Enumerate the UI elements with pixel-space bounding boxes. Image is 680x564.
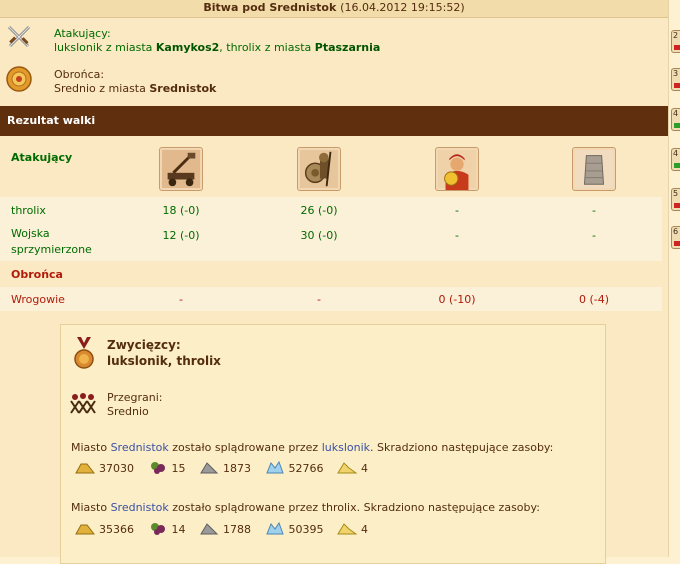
- unit-count: 26 (-0): [250, 197, 388, 223]
- attacker-town-2[interactable]: Ptaszarnia: [315, 41, 381, 54]
- table-row: throlix 18 (-0) 26 (-0) - -: [0, 197, 662, 223]
- row-name: Wojska sprzymierzone: [0, 223, 112, 261]
- defender-player[interactable]: Srednio: [54, 82, 96, 95]
- unit-count: 0 (-4): [526, 287, 662, 311]
- attacker-player-2[interactable]: throlix: [226, 41, 261, 54]
- resource-value: 1788: [223, 523, 251, 536]
- attackers-label: Atakujący:: [54, 27, 111, 40]
- unit-count: -: [526, 223, 662, 261]
- attacker-separator: ,: [219, 41, 223, 54]
- side-tab[interactable]: 3: [671, 68, 680, 91]
- city-wall-icon: [572, 147, 616, 191]
- winners-label: Zwycięzcy:: [107, 338, 181, 352]
- result-header: Rezultat walki: [0, 106, 668, 136]
- side-tab[interactable]: 5: [671, 188, 680, 211]
- plunder-town-link[interactable]: Srednistok: [111, 501, 169, 514]
- resource-value: 50395: [288, 523, 324, 536]
- plunder-town-link[interactable]: Srednistok: [111, 441, 169, 454]
- resource-value: 4: [361, 462, 368, 475]
- plunder-mid: zostało splądrowane przez: [172, 441, 319, 454]
- sulfur-icon: [337, 523, 357, 535]
- defender-from: z miasta: [99, 82, 146, 95]
- unit-count: -: [112, 287, 250, 311]
- unit-count: 12 (-0): [112, 223, 250, 261]
- unit-count: 0 (-10): [388, 287, 526, 311]
- side-tab[interactable]: 6: [671, 226, 680, 249]
- attacker-player-1[interactable]: lukslonik: [54, 41, 102, 54]
- attacker-town-1[interactable]: Kamykos2: [156, 41, 219, 54]
- losers-label: Przegrani:: [107, 391, 163, 404]
- unit-icons-row: Atakujący: [0, 137, 662, 197]
- vine-icon: [150, 462, 165, 474]
- warrior-icon: [435, 147, 479, 191]
- hoplite-icon: [297, 147, 341, 191]
- side-tab[interactable]: 2: [671, 30, 680, 53]
- shield-icon: [6, 66, 32, 92]
- sulfur-icon: [337, 462, 357, 474]
- stone-icon: [200, 462, 219, 474]
- defender-town[interactable]: Srednistok: [149, 82, 216, 95]
- battle-result-table: Atakujący throlix 18 (-0) 26 (-0) - - Wo…: [0, 137, 662, 311]
- table-row: Wojska sprzymierzone 12 (-0) 30 (-0) - -: [0, 223, 662, 261]
- table-row: Wrogowie - - 0 (-10) 0 (-4): [0, 287, 662, 311]
- winners-names: lukslonik, throlix: [107, 354, 221, 368]
- catapult-icon: [159, 147, 203, 191]
- battle-summary: Zwycięzcy: lukslonik, throlix Przegrani:…: [60, 324, 606, 564]
- crossed-swords-icon: [7, 25, 31, 48]
- unit-count: -: [526, 197, 662, 223]
- attacker-from-1: z miasta: [105, 41, 153, 54]
- losers-names: Srednio: [107, 405, 149, 418]
- unit-count: 18 (-0): [112, 197, 250, 223]
- medal-icon: [74, 337, 94, 369]
- battle-date: (16.04.2012 19:15:52): [340, 1, 465, 14]
- window-title: Bitwa pod Srednistok: [203, 1, 337, 14]
- plunder-player-link[interactable]: lukslonik: [322, 441, 370, 454]
- attacker-from-2: z miasta: [264, 41, 312, 54]
- defender-label: Obrońca:: [54, 68, 105, 81]
- plunder-mid: zostało splądrowane przez: [172, 501, 319, 514]
- side-tab[interactable]: 4: [671, 148, 680, 171]
- row-name: Wrogowie: [0, 287, 112, 311]
- defender-section-title: Obrońca: [11, 267, 63, 281]
- resource-value: 4: [361, 523, 368, 536]
- stone-icon: [200, 523, 219, 535]
- defender-section-row: Obrońca: [0, 261, 662, 287]
- resource-value: 14: [171, 523, 186, 536]
- resource-value: 35366: [99, 523, 134, 536]
- plunder-prefix: Miasto: [71, 441, 108, 454]
- unit-count: -: [388, 223, 526, 261]
- resource-value: 52766: [288, 462, 324, 475]
- unit-count: 30 (-0): [250, 223, 388, 261]
- resources-list: 37030 15 1873 52766 4: [75, 460, 378, 475]
- row-name[interactable]: throlix: [0, 197, 112, 223]
- resources-list: 35366 14 1788 50395 4: [75, 521, 378, 536]
- defender-block: Obrońca: Srednio z miasta Srednistok: [0, 62, 668, 104]
- plunder-suffix: . Skradziono następujące zasoby:: [370, 441, 554, 454]
- defender-line: Srednio z miasta Srednistok: [54, 82, 216, 95]
- side-tab[interactable]: 4: [671, 108, 680, 131]
- gold-icon: [75, 463, 95, 474]
- window-title-bar: Bitwa pod Srednistok (16.04.2012 19:15:5…: [0, 0, 668, 18]
- unit-count: -: [250, 287, 388, 311]
- plunder-player[interactable]: throlix: [322, 501, 357, 514]
- resource-value: 37030: [99, 462, 134, 475]
- plunder-suffix: . Skradziono następujące zasoby:: [356, 501, 540, 514]
- resource-value: 1873: [223, 462, 251, 475]
- attackers-block: Atakujący: lukslonik z miasta Kamykos2, …: [0, 19, 668, 61]
- crystal-icon: [265, 521, 284, 535]
- unit-count: -: [388, 197, 526, 223]
- plunder-prefix: Miasto: [71, 501, 108, 514]
- defeated-soldiers-icon: [70, 393, 96, 414]
- crystal-icon: [265, 460, 284, 474]
- battle-report-window: Bitwa pod Srednistok (16.04.2012 19:15:5…: [0, 0, 668, 564]
- attackers-line: lukslonik z miasta Kamykos2, throlix z m…: [54, 41, 380, 54]
- attacker-section-title: Atakujący: [11, 151, 73, 164]
- plunder-message: Miasto Srednistok zostało splądrowane pr…: [71, 501, 601, 514]
- vine-icon: [150, 523, 165, 535]
- plunder-message: Miasto Srednistok zostało splądrowane pr…: [71, 441, 601, 454]
- resource-value: 15: [171, 462, 186, 475]
- gold-icon: [75, 524, 95, 535]
